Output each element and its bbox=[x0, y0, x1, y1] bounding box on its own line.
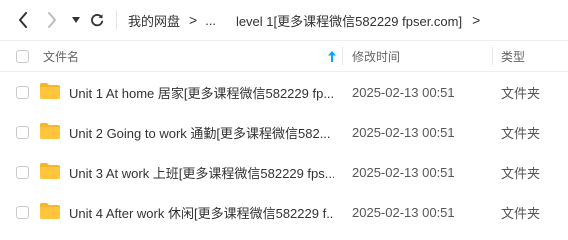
file-type: 文件夹 bbox=[501, 165, 541, 181]
history-dropdown-button[interactable] bbox=[66, 8, 86, 32]
row-checkbox[interactable] bbox=[16, 166, 29, 179]
folder-icon bbox=[40, 123, 60, 139]
file-name[interactable]: Unit 4 After work 休闲[更多课程微信582229 f... bbox=[69, 192, 334, 232]
back-button[interactable] bbox=[12, 8, 34, 32]
refresh-button[interactable] bbox=[86, 8, 108, 32]
column-divider bbox=[492, 47, 493, 65]
file-row[interactable]: Unit 1 At home 居家[更多课程微信582229 fp... 202… bbox=[0, 72, 568, 112]
select-all-checkbox[interactable] bbox=[16, 50, 29, 63]
file-list-header: 文件名 修改时间 类型 bbox=[0, 40, 568, 72]
breadcrumb-separator-icon: > bbox=[472, 12, 481, 28]
file-type: 文件夹 bbox=[501, 85, 541, 101]
chevron-right-icon bbox=[48, 12, 56, 28]
row-checkbox[interactable] bbox=[16, 206, 29, 219]
row-checkbox[interactable] bbox=[16, 126, 29, 139]
breadcrumb: 我的网盘 > ... level 1[更多课程微信582229 fpser.co… bbox=[128, 0, 488, 40]
breadcrumb-current[interactable]: level 1[更多课程微信582229 fpser.com] bbox=[236, 11, 462, 30]
breadcrumb-ellipsis[interactable]: ... bbox=[205, 13, 216, 28]
file-modified: 2025-02-13 00:51 bbox=[352, 164, 455, 180]
column-header-type[interactable]: 类型 bbox=[501, 41, 525, 71]
file-row[interactable]: Unit 4 After work 休闲[更多课程微信582229 f... 2… bbox=[0, 192, 568, 232]
folder-icon bbox=[40, 203, 60, 219]
toolbar: 我的网盘 > ... level 1[更多课程微信582229 fpser.co… bbox=[0, 0, 568, 40]
file-type: 文件夹 bbox=[501, 125, 541, 141]
toolbar-divider bbox=[116, 10, 117, 30]
breadcrumb-separator-icon: > bbox=[189, 12, 198, 28]
breadcrumb-separator-icon bbox=[224, 12, 228, 28]
file-modified: 2025-02-13 00:51 bbox=[352, 124, 455, 140]
refresh-icon bbox=[91, 14, 104, 27]
file-modified: 2025-02-13 00:51 bbox=[352, 84, 455, 100]
file-name[interactable]: Unit 3 At work 上班[更多课程微信582229 fps... bbox=[69, 152, 334, 192]
folder-icon bbox=[40, 163, 60, 179]
file-modified: 2025-02-13 00:51 bbox=[352, 204, 455, 220]
chevron-left-icon bbox=[19, 12, 27, 28]
file-row[interactable]: Unit 2 Going to work 通勤[更多课程微信582... 202… bbox=[0, 112, 568, 152]
column-divider bbox=[342, 47, 343, 65]
sort-ascending-icon[interactable] bbox=[328, 41, 336, 71]
column-header-name[interactable]: 文件名 bbox=[43, 41, 79, 71]
file-type: 文件夹 bbox=[501, 205, 541, 221]
folder-icon bbox=[40, 83, 60, 99]
column-header-modified[interactable]: 修改时间 bbox=[352, 41, 400, 71]
file-row[interactable]: Unit 3 At work 上班[更多课程微信582229 fps... 20… bbox=[0, 152, 568, 192]
caret-down-icon bbox=[72, 17, 80, 23]
file-name[interactable]: Unit 1 At home 居家[更多课程微信582229 fp... bbox=[69, 72, 334, 112]
breadcrumb-root[interactable]: 我的网盘 bbox=[128, 11, 180, 30]
file-name[interactable]: Unit 2 Going to work 通勤[更多课程微信582... bbox=[69, 112, 334, 152]
forward-button[interactable] bbox=[41, 8, 63, 32]
row-checkbox[interactable] bbox=[16, 86, 29, 99]
